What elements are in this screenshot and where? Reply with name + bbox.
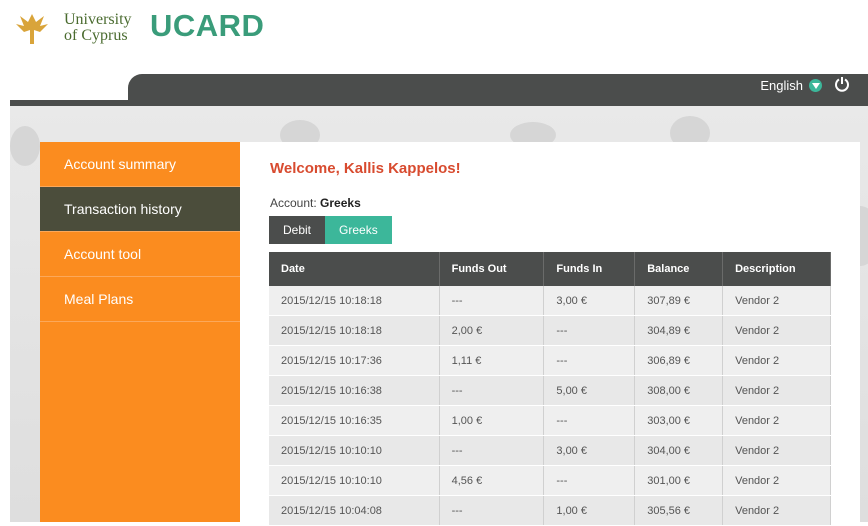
power-icon[interactable] [834, 76, 850, 92]
cell-date: 2015/12/15 10:16:35 [269, 405, 440, 436]
account-tabs: Debit Greeks [269, 216, 392, 244]
cell-funds-in: 1,00 € [543, 495, 636, 526]
cell-funds-in: 3,00 € [543, 435, 636, 466]
cell-funds-in: --- [543, 345, 636, 376]
account-value: Greeks [320, 196, 361, 210]
cell-date: 2015/12/15 10:18:18 [269, 315, 440, 346]
sidebar-item-label: Meal Plans [64, 291, 134, 307]
university-name-line2: of Cyprus [64, 27, 128, 44]
table-row[interactable]: 2015/12/15 10:10:10 4,56 € --- 301,00 € … [269, 465, 831, 496]
cell-balance: 304,89 € [634, 315, 724, 346]
language-label: English [760, 78, 803, 93]
cell-description: Vendor 2 [722, 465, 831, 496]
sidebar-item-account-summary[interactable]: Account summary [40, 142, 240, 187]
cell-date: 2015/12/15 10:10:10 [269, 465, 440, 496]
sidebar-item-account-tool[interactable]: Account tool [40, 232, 240, 277]
sidebar-item-label: Transaction history [64, 201, 182, 217]
cell-date: 2015/12/15 10:18:18 [269, 286, 440, 316]
cell-funds-out: --- [439, 495, 545, 526]
language-selector[interactable]: English [760, 78, 822, 93]
cell-date: 2015/12/15 10:17:36 [269, 345, 440, 376]
column-header-balance[interactable]: Balance [634, 252, 724, 286]
cell-description: Vendor 2 [722, 286, 831, 316]
sidebar-item-transaction-history[interactable]: Transaction history [40, 187, 253, 232]
cell-description: Vendor 2 [722, 375, 831, 406]
cell-funds-out: --- [439, 375, 545, 406]
tab-greeks[interactable]: Greeks [325, 216, 392, 244]
column-header-description[interactable]: Description [722, 252, 831, 286]
cell-funds-out: 2,00 € [439, 315, 545, 346]
university-logo-icon [16, 14, 48, 44]
cell-date: 2015/12/15 10:10:10 [269, 435, 440, 466]
cell-funds-in: --- [543, 405, 636, 436]
main-panel: Welcome, Kallis Kappelos! Account: Greek… [240, 142, 860, 526]
cell-description: Vendor 2 [722, 315, 831, 346]
cell-date: 2015/12/15 10:16:38 [269, 375, 440, 406]
cell-funds-out: --- [439, 286, 545, 316]
cell-balance: 307,89 € [634, 286, 724, 316]
cell-funds-out: --- [439, 435, 545, 466]
top-navigation-bar [128, 74, 868, 106]
cell-balance: 303,00 € [634, 405, 724, 436]
cell-funds-in: 5,00 € [543, 375, 636, 406]
table-row[interactable]: 2015/12/15 10:18:18 2,00 € --- 304,89 € … [269, 315, 831, 346]
column-header-date[interactable]: Date [269, 252, 440, 286]
cell-funds-in: 3,00 € [543, 286, 636, 316]
cell-funds-in: --- [543, 315, 636, 346]
cell-description: Vendor 2 [722, 345, 831, 376]
table-header-row: Date Funds Out Funds In Balance Descript… [269, 252, 831, 286]
cell-description: Vendor 2 [722, 495, 831, 526]
table-row[interactable]: 2015/12/15 10:04:08 --- 1,00 € 305,56 € … [269, 495, 831, 526]
account-label: Account: [270, 196, 317, 210]
header: University of Cyprus UCARD [0, 0, 868, 74]
column-header-funds-in[interactable]: Funds In [543, 252, 636, 286]
cell-description: Vendor 2 [722, 435, 831, 466]
app-title: UCARD [150, 8, 265, 43]
university-name: University of Cyprus [64, 12, 132, 44]
table-row[interactable]: 2015/12/15 10:16:35 1,00 € --- 303,00 € … [269, 405, 831, 436]
cell-balance: 306,89 € [634, 345, 724, 376]
sidebar-item-label: Account summary [64, 156, 177, 172]
cell-balance: 301,00 € [634, 465, 724, 496]
table-row[interactable]: 2015/12/15 10:10:10 --- 3,00 € 304,00 € … [269, 435, 831, 466]
sidebar-item-meal-plans[interactable]: Meal Plans [40, 277, 240, 322]
university-name-line1: University [64, 11, 132, 28]
account-line: Account: Greeks [270, 196, 361, 210]
welcome-heading: Welcome, Kallis Kappelos! [270, 160, 461, 177]
tab-debit[interactable]: Debit [269, 216, 326, 244]
sidebar: Account summary Transaction history Acco… [40, 142, 253, 522]
column-header-funds-out[interactable]: Funds Out [439, 252, 545, 286]
table-row[interactable]: 2015/12/15 10:18:18 --- 3,00 € 307,89 € … [269, 286, 831, 316]
table-row[interactable]: 2015/12/15 10:16:38 --- 5,00 € 308,00 € … [269, 375, 831, 406]
sidebar-item-label: Account tool [64, 246, 142, 262]
chevron-down-icon [809, 79, 822, 92]
table-row[interactable]: 2015/12/15 10:17:36 1,11 € --- 306,89 € … [269, 345, 831, 376]
cell-funds-out: 1,11 € [439, 345, 545, 376]
cell-balance: 304,00 € [634, 435, 724, 466]
transaction-table: Date Funds Out Funds In Balance Descript… [269, 252, 831, 526]
cell-balance: 305,56 € [634, 495, 724, 526]
cell-date: 2015/12/15 10:04:08 [269, 495, 440, 526]
cell-funds-in: --- [543, 465, 636, 496]
cell-funds-out: 4,56 € [439, 465, 545, 496]
cell-balance: 308,00 € [634, 375, 724, 406]
cell-funds-out: 1,00 € [439, 405, 545, 436]
cell-description: Vendor 2 [722, 405, 831, 436]
